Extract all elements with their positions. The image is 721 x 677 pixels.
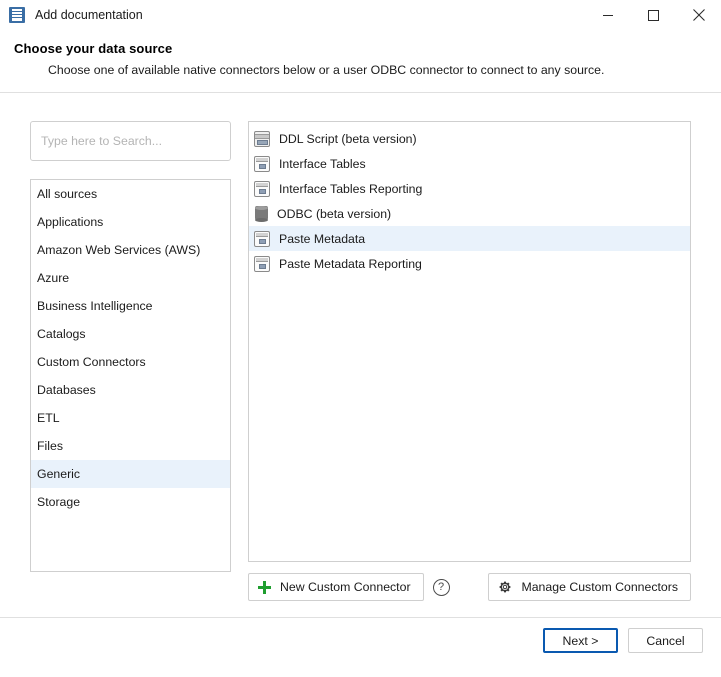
next-button[interactable]: Next > <box>543 628 618 653</box>
category-item-amazon-web-services[interactable]: Amazon Web Services (AWS) <box>31 236 230 264</box>
connector-panel: DDL Script (beta version) Interface Tabl… <box>248 121 691 601</box>
connector-item-interface-tables-reporting[interactable]: Interface Tables Reporting <box>249 176 690 201</box>
connector-label: Paste Metadata <box>279 231 366 246</box>
category-list[interactable]: All sources Applications Amazon Web Serv… <box>30 179 231 572</box>
table-icon <box>254 255 270 272</box>
content-area: All sources Applications Amazon Web Serv… <box>0 93 721 617</box>
connector-item-ddl-script[interactable]: DDL Script (beta version) <box>249 126 690 151</box>
category-panel: All sources Applications Amazon Web Serv… <box>30 121 231 572</box>
new-custom-connector-button[interactable]: New Custom Connector <box>248 573 424 601</box>
new-custom-connector-label: New Custom Connector <box>280 580 411 594</box>
category-item-catalogs[interactable]: Catalogs <box>31 320 230 348</box>
footer: Next > Cancel <box>0 618 721 677</box>
minimize-button[interactable] <box>586 0 631 30</box>
connector-item-paste-metadata-reporting[interactable]: Paste Metadata Reporting <box>249 251 690 276</box>
table-icon <box>254 155 270 172</box>
minimize-icon <box>603 14 613 16</box>
page-header: Choose your data source Choose one of av… <box>0 31 721 77</box>
table-icon <box>254 230 270 247</box>
connector-list[interactable]: DDL Script (beta version) Interface Tabl… <box>248 121 691 562</box>
category-item-databases[interactable]: Databases <box>31 376 230 404</box>
connector-toolbar: New Custom Connector ? Manage Custom Con… <box>248 573 691 601</box>
window-title: Add documentation <box>35 8 143 22</box>
category-item-business-intelligence[interactable]: Business Intelligence <box>31 292 230 320</box>
database-icon <box>255 206 268 222</box>
document-icon <box>9 7 25 23</box>
maximize-icon <box>648 9 659 21</box>
connector-label: DDL Script (beta version) <box>279 131 417 146</box>
category-item-files[interactable]: Files <box>31 432 230 460</box>
maximize-button[interactable] <box>631 0 676 30</box>
close-icon <box>692 9 705 21</box>
connector-label: Interface Tables Reporting <box>279 181 423 196</box>
category-item-generic[interactable]: Generic <box>31 460 230 488</box>
script-icon <box>254 130 270 147</box>
footer-buttons: Next > Cancel <box>543 628 703 653</box>
manage-custom-connectors-label: Manage Custom Connectors <box>521 580 678 594</box>
page-title: Choose your data source <box>14 41 173 56</box>
category-item-etl[interactable]: ETL <box>31 404 230 432</box>
help-icon[interactable]: ? <box>432 578 450 596</box>
manage-custom-connectors-button[interactable]: Manage Custom Connectors <box>488 573 691 601</box>
connector-label: ODBC (beta version) <box>277 206 392 221</box>
page-subtitle: Choose one of available native connector… <box>48 63 605 77</box>
category-item-azure[interactable]: Azure <box>31 264 230 292</box>
category-item-custom-connectors[interactable]: Custom Connectors <box>31 348 230 376</box>
close-button[interactable] <box>676 0 721 30</box>
connector-item-paste-metadata[interactable]: Paste Metadata <box>249 226 690 251</box>
connector-item-odbc[interactable]: ODBC (beta version) <box>249 201 690 226</box>
connector-label: Paste Metadata Reporting <box>279 256 422 271</box>
connector-label: Interface Tables <box>279 156 366 171</box>
search-input[interactable] <box>30 121 231 161</box>
plus-icon <box>258 580 271 594</box>
gear-icon <box>498 580 512 594</box>
title-bar: Add documentation <box>0 0 721 31</box>
table-icon <box>254 180 270 197</box>
cancel-button[interactable]: Cancel <box>628 628 703 653</box>
window-controls <box>586 0 721 30</box>
category-item-storage[interactable]: Storage <box>31 488 230 516</box>
category-item-all-sources[interactable]: All sources <box>31 180 230 208</box>
connector-item-interface-tables[interactable]: Interface Tables <box>249 151 690 176</box>
category-item-applications[interactable]: Applications <box>31 208 230 236</box>
